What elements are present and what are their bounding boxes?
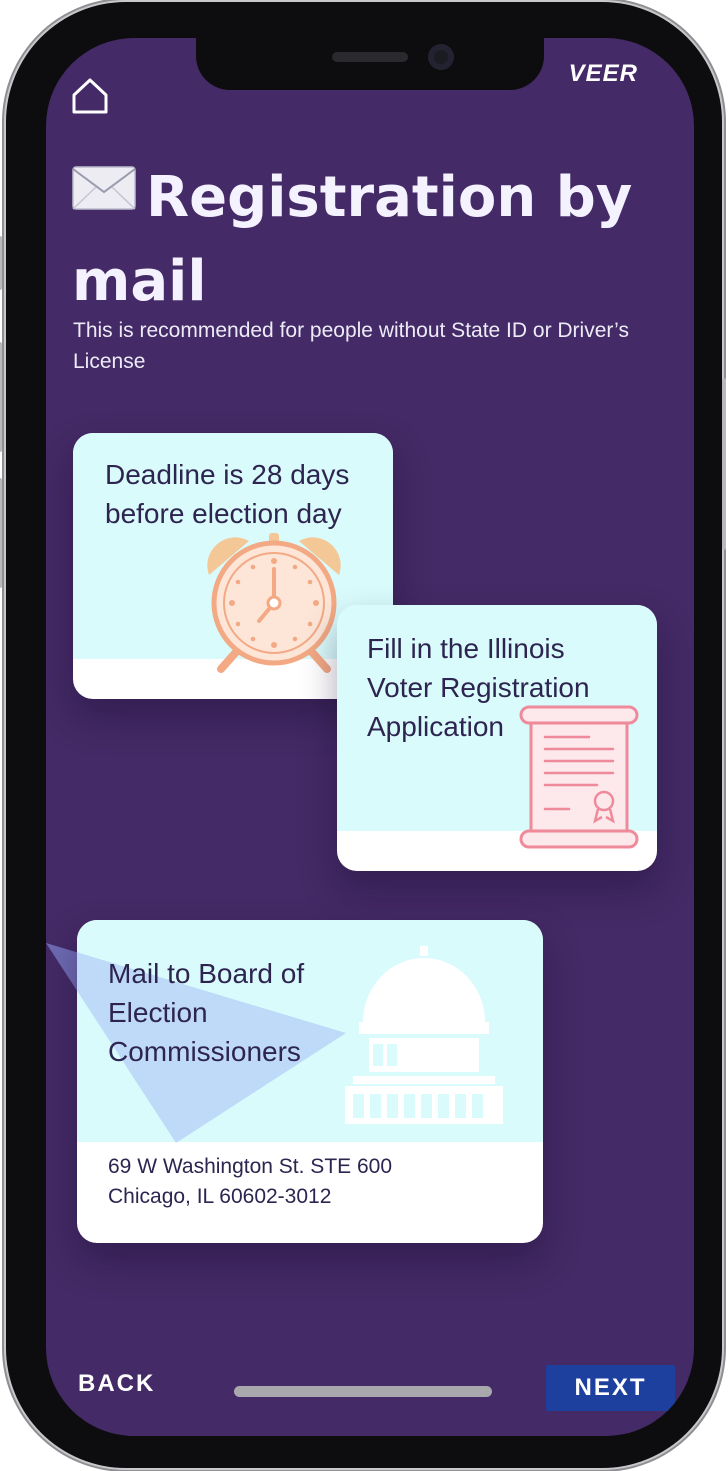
page-subtitle: This is recommended for people without S… — [73, 319, 629, 373]
side-button — [0, 236, 2, 290]
application-card: Fill in the Illinois Voter Registration … — [337, 605, 657, 871]
home-icon[interactable] — [70, 76, 110, 116]
address-line-2: Chicago, IL 60602-3012 — [108, 1185, 332, 1208]
front-camera — [428, 44, 454, 70]
envelope-icon — [72, 166, 136, 210]
mail-text: Mail to Board of Election Commissioners — [108, 958, 305, 1067]
app-screen: VEER Registration by mail This is recomm… — [46, 38, 694, 1436]
mail-card: Mail to Board of Election Commissioners — [77, 920, 543, 1243]
address-line-1: 69 W Washington St. STE 600 — [108, 1155, 393, 1178]
scroll-document-icon — [519, 705, 639, 849]
capitol-building-icon — [345, 946, 503, 1124]
speaker — [332, 52, 408, 62]
volume-down-button — [0, 478, 2, 588]
home-indicator[interactable] — [234, 1386, 492, 1397]
page-title-text: Registration by mail — [72, 165, 633, 314]
board-address: 69 W Washington St. STE 600 Chicago, IL … — [108, 1152, 392, 1212]
alarm-clock-icon — [207, 533, 341, 673]
power-button — [722, 378, 726, 550]
deadline-text: Deadline is 28 days before election day — [105, 459, 350, 529]
notch — [196, 38, 544, 90]
app-logo: VEER — [568, 60, 638, 87]
next-button[interactable]: NEXT — [546, 1365, 675, 1411]
page-title: Registration by mail — [72, 156, 672, 324]
back-button[interactable]: BACK — [78, 1370, 155, 1398]
volume-up-button — [0, 342, 2, 452]
phone-frame: VEER Registration by mail This is recomm… — [0, 2, 726, 1468]
